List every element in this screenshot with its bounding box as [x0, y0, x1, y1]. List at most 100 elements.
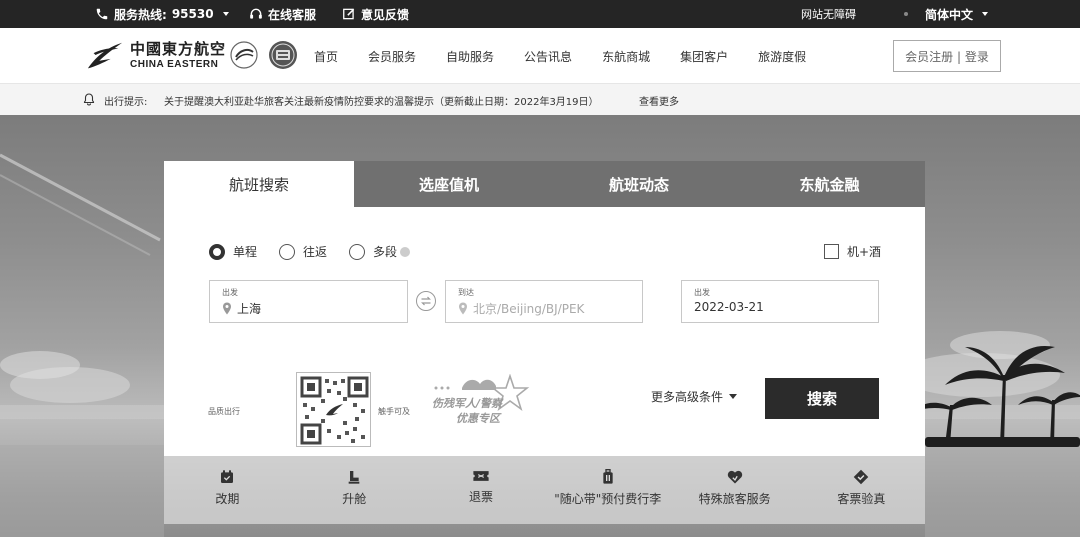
promo-left-text: 品质出行 — [208, 407, 240, 416]
feedback-label: 意见反馈 — [361, 7, 410, 22]
flight-search-panel: 航班搜索 选座值机 航班动态 东航金融 单程 往返 多段 机+酒 出发 上海 到… — [164, 161, 925, 524]
arrival-city-label: 到达 — [458, 288, 474, 297]
phone-icon — [96, 8, 108, 20]
accessibility-link[interactable]: 网站无障碍 — [801, 0, 856, 28]
flight-hotel-checkbox[interactable]: 机+酒 — [824, 243, 881, 260]
anniversary-badge-icon — [268, 40, 298, 70]
tab-finance[interactable]: 东航金融 — [734, 161, 925, 207]
radio-round-trip[interactable]: 往返 — [279, 243, 327, 260]
accessibility-label: 网站无障碍 — [801, 8, 856, 21]
quick-link-label: 客票验真 — [837, 492, 886, 506]
search-form: 单程 往返 多段 机+酒 出发 上海 到达 北京/Beijing/BJ/PEK … — [164, 207, 925, 456]
departure-date-field[interactable]: 出发 2022-03-21 — [681, 280, 879, 323]
ticket-icon — [473, 471, 489, 481]
logo-en: CHINA EASTERN — [130, 59, 219, 70]
radio-unchecked-icon — [349, 243, 366, 260]
luggage-icon — [603, 469, 613, 484]
quick-link-label: 升舱 — [342, 492, 367, 506]
departure-city-text: 上海 — [237, 302, 262, 316]
location-pin-icon — [459, 302, 467, 315]
nav-announcements[interactable]: 公告讯息 — [524, 48, 572, 65]
nav-self-service[interactable]: 自助服务 — [446, 48, 494, 65]
tab-seat-checkin[interactable]: 选座值机 — [354, 161, 544, 207]
departure-date-label: 出发 — [694, 288, 710, 297]
online-service-link[interactable]: 在线客服 — [249, 0, 316, 28]
quick-link-label: "随心带"预付费行李 — [554, 492, 662, 506]
feedback-link[interactable]: 意见反馈 — [342, 0, 409, 28]
arrival-city-field[interactable]: 到达 北京/Beijing/BJ/PEK — [445, 280, 643, 323]
tab-flight-search[interactable]: 航班搜索 — [164, 161, 354, 207]
radio-multi-city-label: 多段 — [373, 245, 398, 259]
tab-flight-status[interactable]: 航班动态 — [544, 161, 734, 207]
language-select[interactable]: 简体中文 — [904, 0, 989, 28]
search-button[interactable]: 搜索 — [765, 378, 879, 419]
trip-type-group: 单程 往返 多段 — [209, 243, 432, 260]
panel-tabs: 航班搜索 选座值机 航班动态 东航金融 — [164, 161, 925, 207]
hotline[interactable]: 服务热线: 95530 — [95, 0, 229, 28]
quick-link-upgrade[interactable]: 升舱 — [291, 456, 418, 524]
arrival-city-placeholder: 北京/Beijing/BJ/PEK — [473, 302, 585, 316]
bell-icon — [83, 93, 95, 106]
headset-icon — [250, 8, 262, 19]
calendar-icon — [221, 470, 234, 483]
nav-corporate[interactable]: 集团客户 — [680, 48, 728, 65]
swallow-logo-icon — [87, 42, 123, 69]
departure-date-value: 2022-03-21 — [694, 300, 764, 314]
quick-link-verify-ticket[interactable]: 客票验真 — [798, 456, 925, 524]
seat-icon — [348, 471, 360, 484]
language-dot-icon — [904, 12, 908, 16]
verify-icon — [854, 469, 869, 485]
swap-cities-button[interactable] — [416, 291, 436, 311]
quick-link-baggage[interactable]: "随心带"预付费行李 — [544, 456, 671, 524]
main-nav: 首页 会员服务 自助服务 公告讯息 东航商城 集团客户 旅游度假 — [314, 28, 836, 84]
quick-link-refund[interactable]: 退票 — [418, 456, 545, 524]
chevron-down-icon — [729, 394, 738, 399]
logo[interactable]: 中國東方航空 CHINA EASTERN — [86, 38, 226, 74]
notice-text[interactable]: 关于提醒澳大利亚赴华旅客关注最新疫情防控要求的温馨提示（更新截止日期：2022年… — [164, 93, 599, 108]
departure-city-field[interactable]: 出发 上海 — [209, 280, 408, 323]
header: 中國東方航空 CHINA EASTERN 首页 会员服务 自助服务 公告讯息 东… — [0, 28, 1080, 84]
qr-code-icon — [296, 372, 371, 447]
nav-travel[interactable]: 旅游度假 — [758, 48, 806, 65]
military-discount-banner[interactable]: 伤残军人/警察 优惠专区 — [432, 374, 532, 434]
chevron-down-icon — [222, 12, 229, 16]
military-line1: 伤残军人/警察 — [432, 397, 503, 410]
location-pin-icon — [223, 302, 231, 315]
quick-link-label: 改期 — [215, 492, 240, 506]
radio-one-way[interactable]: 单程 — [209, 243, 257, 260]
nav-home[interactable]: 首页 — [314, 48, 338, 65]
quick-link-reschedule[interactable]: 改期 — [164, 456, 291, 524]
logo-cn: 中國東方航空 — [130, 40, 227, 58]
nav-mall[interactable]: 东航商城 — [602, 48, 650, 65]
quick-link-special-service[interactable]: 特殊旅客服务 — [671, 456, 798, 524]
register-login-button[interactable]: 会员注册 | 登录 — [893, 40, 1001, 72]
radio-unchecked-icon — [279, 243, 296, 260]
heart-hands-icon — [727, 470, 742, 484]
hotline-number: 95530 — [171, 7, 214, 21]
radio-round-trip-label: 往返 — [303, 245, 328, 259]
online-service-label: 在线客服 — [268, 7, 317, 22]
quick-link-label: 退票 — [468, 490, 493, 504]
promo-right-text: 触手可及 — [378, 407, 410, 416]
departure-city-value: 上海 — [222, 300, 261, 317]
quick-link-label: 特殊旅客服务 — [698, 492, 771, 506]
checkbox-icon — [824, 244, 839, 259]
advanced-options-label: 更多高级条件 — [651, 390, 724, 404]
swap-arrows-icon — [421, 296, 431, 306]
radio-one-way-label: 单程 — [233, 245, 258, 259]
nav-member-services[interactable]: 会员服务 — [368, 48, 416, 65]
info-icon[interactable] — [400, 246, 411, 257]
advanced-options-toggle[interactable]: 更多高级条件 — [651, 388, 738, 405]
military-line2: 优惠专区 — [456, 412, 500, 425]
departure-city-label: 出发 — [222, 288, 238, 297]
notice-label: 出行提示: — [104, 97, 148, 108]
app-promo: 品质出行 触手可及 — [208, 372, 410, 452]
edit-icon — [343, 8, 355, 20]
notice-more-link[interactable]: 查看更多 — [639, 93, 679, 108]
top-bar: 服务热线: 95530 在线客服 意见反馈 网站无障碍 简体中文 — [0, 0, 1080, 28]
quick-links: 改期 升舱 退票 "随心带"预付费行李 特殊旅客服务 客票验真 — [164, 456, 925, 524]
flight-hotel-label: 机+酒 — [847, 245, 882, 259]
radio-multi-city[interactable]: 多段 — [349, 243, 411, 260]
notice-bar: 出行提示: 关于提醒澳大利亚赴华旅客关注最新疫情防控要求的温馨提示（更新截止日期… — [0, 84, 1080, 115]
skyteam-badge-icon — [229, 40, 259, 70]
